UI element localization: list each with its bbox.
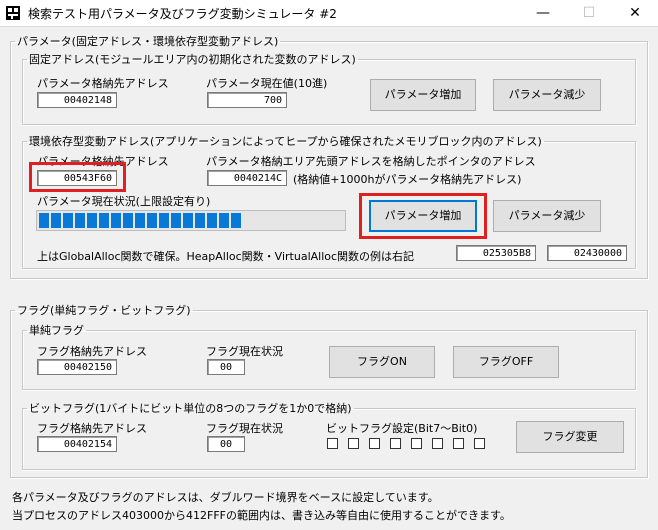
- highlight-box-button: [359, 193, 487, 239]
- fixed-addr-label: パラメータ格納先アドレス: [37, 77, 169, 90]
- pointer-note: (格納値+1000hがパラメータ格納先アドレス): [293, 173, 522, 186]
- flag-change-button[interactable]: フラグ変更: [516, 421, 624, 453]
- fixed-decrease-button[interactable]: パラメータ減少: [493, 79, 601, 111]
- progress-segment: [75, 213, 85, 228]
- progress-segment: [51, 213, 61, 228]
- pointer-addr-field[interactable]: 0040214C: [207, 170, 287, 186]
- progress-segment: [231, 213, 241, 228]
- minimize-icon: —: [536, 5, 550, 21]
- highlight-box-address: [29, 162, 126, 192]
- progress-segment: [135, 213, 145, 228]
- bit-flag-state-label: フラグ現在状況: [206, 422, 283, 435]
- alloc-note: 上はGlobalAlloc関数で確保。HeapAlloc関数・VirtualAl…: [37, 250, 415, 263]
- simple-flag-state-label: フラグ現在状況: [206, 345, 283, 358]
- bit1-checkbox[interactable]: [453, 438, 464, 449]
- maximize-button[interactable]: ☐: [566, 0, 612, 26]
- bit5-checkbox[interactable]: [369, 438, 380, 449]
- bit7-checkbox[interactable]: [327, 438, 338, 449]
- progress-segment: [87, 213, 97, 228]
- dynamic-address-legend: 環境依存型変動アドレス(アプリケーションによってヒープから確保されたメモリブロッ…: [29, 135, 542, 148]
- close-icon: ✕: [629, 5, 641, 21]
- fixed-addr-field[interactable]: 00402148: [37, 92, 117, 108]
- progress-segment: [159, 213, 169, 228]
- minimize-button[interactable]: —: [520, 0, 566, 26]
- progress-segment: [195, 213, 205, 228]
- progress-segment: [207, 213, 217, 228]
- bit-flag-settings-label: ビットフラグ設定(Bit7～Bit0): [326, 422, 478, 435]
- simple-flag-addr-label: フラグ格納先アドレス: [37, 345, 147, 358]
- progress-segment: [171, 213, 181, 228]
- fixed-address-legend: 固定アドレス(モジュールエリア内の初期化された変数のアドレス): [29, 53, 356, 66]
- flag-off-button[interactable]: フラグOFF: [453, 346, 559, 378]
- simple-flag-state-field[interactable]: 00: [207, 359, 245, 375]
- flag-on-button[interactable]: フラグON: [329, 346, 435, 378]
- maximize-icon: ☐: [582, 5, 596, 21]
- fixed-value-label: パラメータ現在値(10進): [206, 77, 328, 90]
- bit-flag-addr-label: フラグ格納先アドレス: [37, 422, 147, 435]
- parameter-progress-bar: [36, 210, 346, 231]
- status-label: パラメータ現在状況(上限設定有り): [37, 195, 211, 208]
- heap-alloc-field[interactable]: 025305B8: [456, 245, 536, 261]
- close-button[interactable]: ✕: [612, 0, 658, 26]
- bit6-checkbox[interactable]: [348, 438, 359, 449]
- simple-flag-legend: 単純フラグ: [29, 324, 84, 337]
- footer-note-1: 各パラメータ及びフラグのアドレスは、ダブルワード境界をベースに設定しています。: [12, 491, 439, 504]
- progress-segment: [99, 213, 109, 228]
- pointer-addr-label: パラメータ格納エリア先頭アドレスを格納したポインタのアドレス: [206, 155, 536, 168]
- bit0-checkbox[interactable]: [474, 438, 485, 449]
- footer-note-2: 当プロセスのアドレス403000から412FFFの範囲内は、書き込み等自由に使用…: [12, 509, 511, 522]
- bit4-checkbox[interactable]: [390, 438, 401, 449]
- flag-group-legend: フラグ(単純フラグ・ビットフラグ): [17, 304, 191, 317]
- fixed-increase-button[interactable]: パラメータ増加: [370, 79, 476, 111]
- simple-flag-addr-field[interactable]: 00402150: [37, 359, 117, 375]
- progress-segment: [111, 213, 121, 228]
- progress-segment: [183, 213, 193, 228]
- bit-flag-legend: ビットフラグ(1バイトにビット単位の8つのフラグを1か0で格納): [29, 402, 352, 415]
- title-bar: 検索テスト用パラメータ及びフラグ変動シミュレータ #2 — ☐ ✕: [0, 0, 658, 27]
- app-icon: [6, 6, 20, 20]
- bit-flag-state-field[interactable]: 00: [207, 436, 245, 452]
- fixed-value-field[interactable]: 700: [207, 92, 287, 108]
- parameter-group-legend: パラメータ(固定アドレス・環境依存型変動アドレス): [17, 35, 279, 48]
- progress-segment: [63, 213, 73, 228]
- progress-segment: [39, 213, 49, 228]
- dynamic-decrease-button[interactable]: パラメータ減少: [493, 200, 601, 232]
- progress-segment: [123, 213, 133, 228]
- bit3-checkbox[interactable]: [411, 438, 422, 449]
- progress-segment: [219, 213, 229, 228]
- window-title: 検索テスト用パラメータ及びフラグ変動シミュレータ #2: [28, 7, 337, 21]
- virtual-alloc-field[interactable]: 02430000: [547, 245, 627, 261]
- bit2-checkbox[interactable]: [432, 438, 443, 449]
- progress-segment: [147, 213, 157, 228]
- bit-flag-addr-field[interactable]: 00402154: [37, 436, 117, 452]
